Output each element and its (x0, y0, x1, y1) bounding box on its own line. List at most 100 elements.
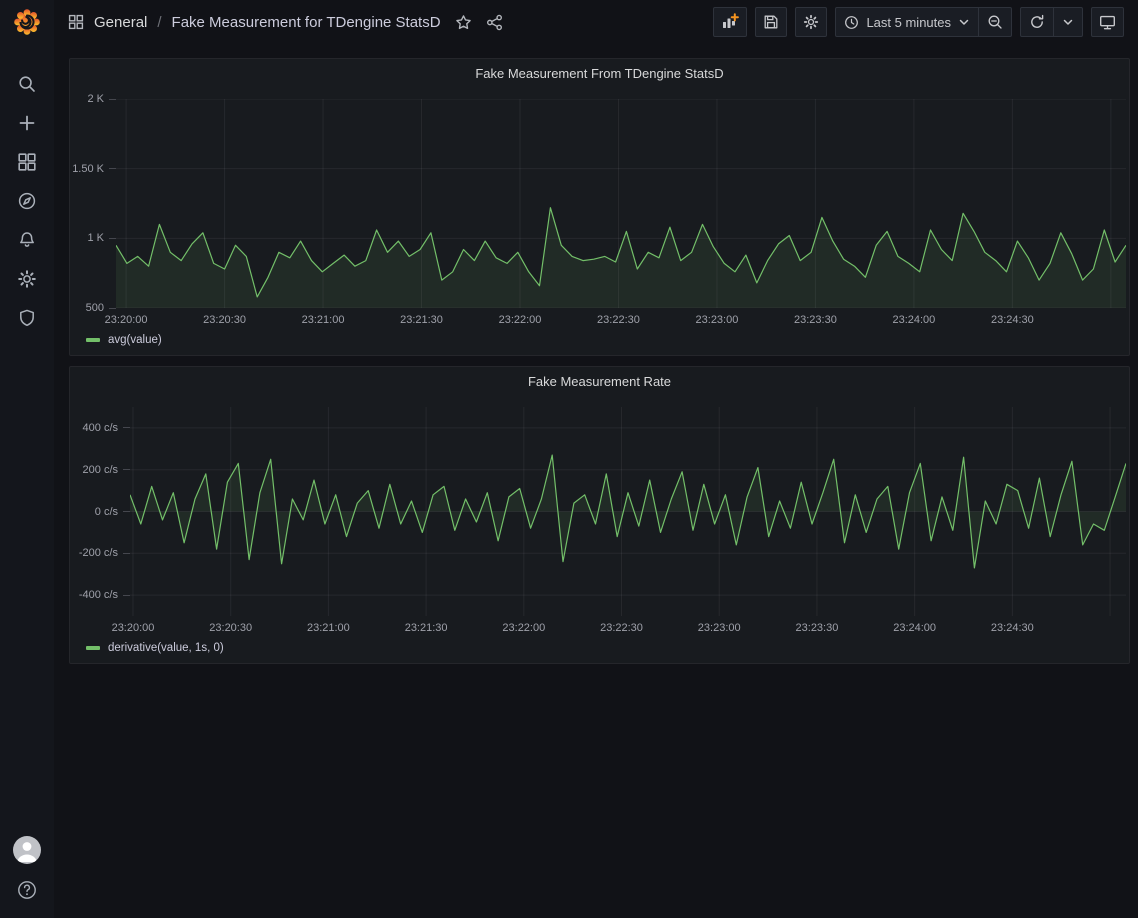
sidebar-item-server-admin[interactable] (0, 298, 54, 337)
share-dashboard-button[interactable] (486, 14, 503, 31)
y-tick-label: 0 c/s (95, 506, 130, 518)
sidebar-item-dashboards[interactable] (0, 142, 54, 181)
top-nav: General / Fake Measurement for TDengine … (54, 0, 1138, 44)
x-tick-label: 23:24:30 (991, 622, 1034, 634)
save-icon (763, 14, 779, 30)
x-tick-label: 23:24:30 (991, 314, 1034, 326)
plot-area[interactable] (130, 407, 1126, 616)
x-tick-label: 23:24:00 (893, 622, 936, 634)
x-tick-label: 23:22:00 (499, 314, 542, 326)
monitor-icon (1099, 14, 1116, 31)
grafana-logo-icon (13, 8, 41, 36)
dashboard-title[interactable]: Fake Measurement for TDengine StatsD (172, 14, 441, 31)
time-picker-group: Last 5 minutes (835, 7, 1012, 37)
x-tick-label: 23:20:30 (203, 314, 246, 326)
zoom-out-icon (987, 14, 1003, 30)
x-tick-label: 23:22:30 (600, 622, 643, 634)
x-tick-label: 23:21:30 (405, 622, 448, 634)
y-axis: 2 K1.50 K1 K500 (78, 99, 116, 308)
legend-label: derivative(value, 1s, 0) (108, 642, 224, 654)
user-avatar-icon (13, 836, 41, 864)
x-tick-label: 23:23:00 (698, 622, 741, 634)
refresh-interval-dropdown[interactable] (1053, 8, 1082, 36)
x-axis: 23:20:00 23:20:30 23:21:00 23:21:30 23:22:00… (78, 620, 1126, 636)
shield-icon (17, 308, 37, 328)
y-tick-label: -200 c/s (79, 547, 130, 559)
x-tick-label: 23:23:30 (796, 622, 839, 634)
y-tick-label: 200 c/s (83, 464, 130, 476)
legend-swatch (86, 646, 100, 650)
x-tick-label: 23:22:00 (502, 622, 545, 634)
panel-fake-measurement: Fake Measurement From TDengine StatsD 2 … (69, 58, 1130, 356)
x-tick-label: 23:21:00 (302, 314, 345, 326)
add-panel-icon (721, 13, 739, 31)
sidebar-item-configuration[interactable] (0, 259, 54, 298)
legend-label: avg(value) (108, 334, 162, 346)
x-tick-label: 23:24:00 (892, 314, 935, 326)
sidebar-item-create[interactable] (0, 103, 54, 142)
refresh-group (1020, 7, 1083, 37)
y-tick-label: 400 c/s (83, 422, 130, 434)
panel-title[interactable]: Fake Measurement From TDengine StatsD (70, 59, 1129, 87)
chart-svg (116, 99, 1126, 308)
legend-item[interactable]: derivative(value, 1s, 0) (86, 642, 224, 654)
save-dashboard-button[interactable] (755, 7, 787, 37)
star-icon (455, 14, 472, 31)
chart-body: 400 c/s 200 c/s 0 c/s -200 c/s -400 c/s (78, 407, 1126, 616)
series-area (116, 208, 1126, 308)
y-tick-label: 1 K (87, 232, 116, 244)
x-tick-label: 23:20:00 (112, 622, 155, 634)
dashboard-settings-button[interactable] (795, 7, 827, 37)
sidebar-item-explore[interactable] (0, 181, 54, 220)
zoom-out-time-button[interactable] (978, 8, 1011, 36)
chart-svg (130, 407, 1126, 616)
y-tick-label: 1.50 K (72, 163, 116, 175)
help-icon (16, 879, 38, 901)
y-axis: 400 c/s 200 c/s 0 c/s -200 c/s -400 c/s (78, 407, 130, 616)
y-tick-label: -400 c/s (79, 589, 130, 601)
dashboards-grid-icon (68, 14, 84, 30)
x-tick-label: 23:23:30 (794, 314, 837, 326)
gear-icon (17, 269, 37, 289)
breadcrumb-folder[interactable]: General (94, 14, 147, 31)
panel-title[interactable]: Fake Measurement Rate (70, 367, 1129, 395)
star-dashboard-button[interactable] (455, 14, 472, 31)
dashboards-grid-icon (17, 152, 37, 172)
kiosk-mode-button[interactable] (1091, 7, 1124, 37)
toolbar: Last 5 minutes (713, 7, 1124, 37)
sidebar (0, 0, 54, 918)
chart-body: 2 K1.50 K1 K500 (78, 99, 1126, 308)
compass-icon (17, 191, 37, 211)
y-tick-label: 2 K (87, 93, 116, 105)
add-panel-button[interactable] (713, 7, 747, 37)
gear-icon (803, 14, 819, 30)
x-axis: 23:20:00 23:20:30 23:21:00 23:21:30 23:22:00… (78, 312, 1126, 328)
chevron-down-icon (958, 16, 970, 28)
sidebar-item-help[interactable] (0, 876, 54, 904)
x-tick-label: 23:21:00 (307, 622, 350, 634)
sidebar-item-search[interactable] (0, 64, 54, 103)
legend-swatch (86, 338, 100, 342)
x-tick-label: 23:22:30 (597, 314, 640, 326)
bell-icon (17, 230, 37, 250)
x-tick-label: 23:21:30 (400, 314, 443, 326)
x-tick-label: 23:20:30 (209, 622, 252, 634)
x-tick-label: 23:20:00 (105, 314, 148, 326)
time-range-picker[interactable]: Last 5 minutes (836, 8, 978, 36)
clock-icon (844, 15, 859, 30)
sidebar-item-alerting[interactable] (0, 220, 54, 259)
breadcrumb: General / Fake Measurement for TDengine … (68, 14, 441, 31)
grafana-logo[interactable] (0, 0, 54, 44)
refresh-button[interactable] (1021, 8, 1053, 36)
user-avatar[interactable] (13, 836, 41, 864)
panel-fake-measurement-rate: Fake Measurement Rate 400 c/s 200 c/s 0 c/… (69, 366, 1130, 664)
breadcrumb-separator: / (157, 14, 161, 31)
plot-area[interactable] (116, 99, 1126, 308)
plus-icon (17, 113, 37, 133)
legend-item[interactable]: avg(value) (86, 334, 162, 346)
x-tick-label: 23:23:00 (696, 314, 739, 326)
time-range-label: Last 5 minutes (866, 15, 951, 30)
share-icon (486, 14, 503, 31)
chevron-down-icon (1062, 16, 1074, 28)
search-icon (17, 74, 37, 94)
